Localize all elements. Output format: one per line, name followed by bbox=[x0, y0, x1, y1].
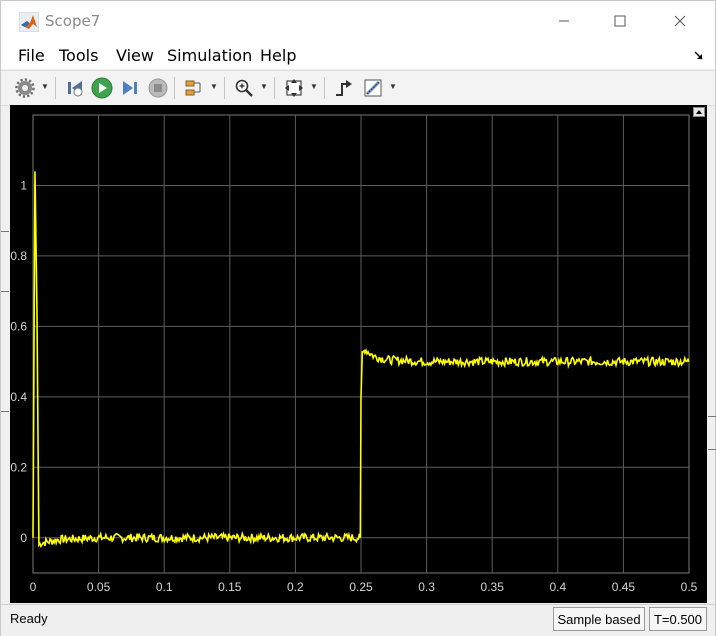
menu-bar: File Tools View Simulation Help bbox=[1, 41, 715, 69]
configure-blocks-icon bbox=[185, 80, 201, 96]
title-bar: Scope7 bbox=[1, 1, 715, 41]
zoom-icon bbox=[235, 79, 253, 97]
y-tick-label: 0.4 bbox=[10, 390, 27, 404]
menu-simulation[interactable]: Simulation bbox=[167, 46, 252, 65]
toolbar: ▼ ▼ ▼ ▼ ▼ bbox=[1, 70, 715, 106]
y-tick-labels: 0 0.2 0.4 0.6 0.8 1 bbox=[10, 178, 27, 544]
settings-dropdown-arrow[interactable]: ▼ bbox=[41, 83, 49, 91]
x-tick-label: 0.5 bbox=[681, 580, 698, 594]
x-tick-label: 0.15 bbox=[218, 580, 242, 594]
scope-plot[interactable]: 0 0.05 0.1 0.15 0.2 0.25 0.3 0.35 0.4 0.45 0.5 0 0.… bbox=[10, 105, 707, 603]
x-tick-label: 0.45 bbox=[612, 580, 636, 594]
x-tick-labels: 0 0.05 0.1 0.15 0.2 0.25 0.3 0.35 0.4 0.45 0.5 bbox=[30, 580, 698, 594]
toolbar-separator bbox=[274, 77, 275, 99]
sample-mode-indicator: Sample based bbox=[553, 607, 645, 631]
toolbar-separator bbox=[324, 77, 325, 99]
zoom-dropdown-arrow[interactable]: ▼ bbox=[260, 83, 268, 91]
menu-tools[interactable]: Tools bbox=[59, 46, 98, 65]
y-tick-label: 0.2 bbox=[10, 460, 27, 474]
y-tick-label: 1 bbox=[20, 178, 27, 192]
menu-help[interactable]: Help bbox=[260, 46, 296, 65]
run-button[interactable] bbox=[90, 76, 114, 100]
y-tick-label: 0.8 bbox=[10, 249, 27, 263]
x-tick-label: 0.1 bbox=[156, 580, 173, 594]
x-tick-label: 0.3 bbox=[418, 580, 435, 594]
x-tick-label: 0.4 bbox=[549, 580, 566, 594]
x-tick-label: 0.35 bbox=[481, 580, 505, 594]
window-title: Scope7 bbox=[45, 12, 101, 30]
toolbar-separator bbox=[174, 77, 175, 99]
side-connector-line bbox=[708, 449, 716, 450]
settings-button[interactable] bbox=[13, 76, 37, 100]
close-button[interactable] bbox=[657, 1, 703, 41]
triggers-icon bbox=[336, 80, 352, 96]
stop-icon bbox=[148, 78, 168, 98]
minimize-button[interactable] bbox=[541, 1, 587, 41]
side-connector-line bbox=[1, 411, 9, 412]
simulation-time-indicator: T=0.500 bbox=[649, 607, 707, 631]
triggers-button[interactable] bbox=[332, 76, 356, 100]
step-back-button[interactable] bbox=[63, 76, 87, 100]
y-tick-label: 0 bbox=[20, 531, 27, 545]
zoom-button[interactable] bbox=[232, 76, 256, 100]
configure-blocks-button[interactable] bbox=[182, 76, 206, 100]
measurements-dropdown-arrow[interactable]: ▼ bbox=[389, 83, 397, 91]
run-icon bbox=[91, 77, 113, 99]
minimize-icon bbox=[559, 20, 569, 22]
scope-display[interactable]: 0 0.05 0.1 0.15 0.2 0.25 0.3 0.35 0.4 0.45 0.5 0 0.… bbox=[10, 105, 707, 603]
matlab-logo-icon bbox=[19, 12, 39, 32]
fit-axes-button[interactable] bbox=[282, 76, 306, 100]
y-tick-label: 0.6 bbox=[10, 319, 27, 333]
fit-axes-icon bbox=[285, 79, 303, 97]
step-forward-button[interactable] bbox=[118, 76, 142, 100]
side-connector-line bbox=[1, 291, 9, 292]
maximize-icon bbox=[614, 15, 626, 27]
menu-file[interactable]: File bbox=[18, 46, 45, 65]
menu-view[interactable]: View bbox=[116, 46, 154, 65]
dock-arrow-icon[interactable] bbox=[694, 51, 704, 61]
scope-window: Scope7 File Tools View Simulation Help ▼… bbox=[0, 0, 716, 636]
fit-axes-dropdown-arrow[interactable]: ▼ bbox=[310, 83, 318, 91]
close-icon bbox=[674, 15, 686, 27]
status-ready-text: Ready bbox=[10, 611, 48, 626]
x-tick-label: 0 bbox=[30, 580, 37, 594]
stop-button[interactable] bbox=[146, 76, 170, 100]
configure-dropdown-arrow[interactable]: ▼ bbox=[210, 83, 218, 91]
side-connector-line bbox=[1, 231, 9, 232]
expand-icon bbox=[696, 110, 702, 114]
x-tick-label: 0.05 bbox=[87, 580, 111, 594]
step-forward-icon bbox=[123, 81, 137, 95]
undock-axes-button[interactable] bbox=[693, 107, 705, 117]
toolbar-separator bbox=[224, 77, 225, 99]
maximize-button[interactable] bbox=[597, 1, 643, 41]
measurements-icon bbox=[364, 79, 382, 97]
step-back-icon bbox=[68, 81, 83, 97]
status-bar: Ready Sample based T=0.500 bbox=[1, 604, 715, 636]
side-connector-line bbox=[708, 416, 716, 417]
toolbar-separator bbox=[55, 77, 56, 99]
x-tick-label: 0.2 bbox=[287, 580, 304, 594]
x-tick-label: 0.25 bbox=[349, 580, 373, 594]
gear-icon bbox=[15, 78, 35, 98]
measurements-button[interactable] bbox=[361, 76, 385, 100]
